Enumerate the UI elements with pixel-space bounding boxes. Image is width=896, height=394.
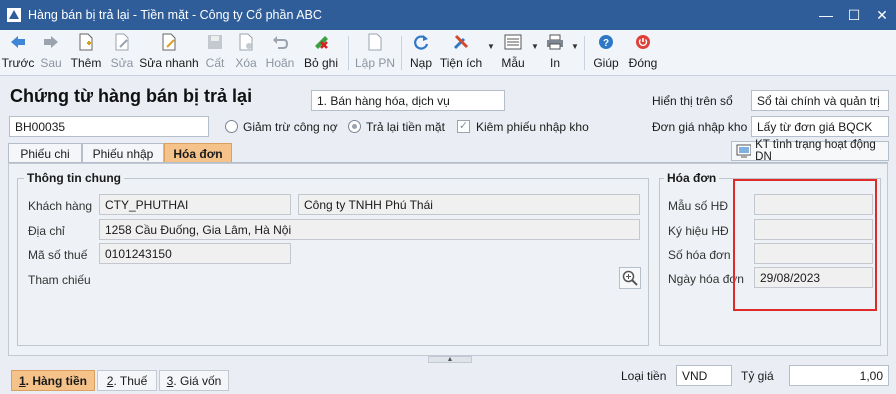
address-label: Địa chỉ — [28, 224, 65, 238]
undo-icon — [271, 33, 289, 51]
invoice-number-label: Số hóa đơn — [668, 248, 731, 262]
refresh-icon — [412, 33, 430, 51]
tab-receipt-voucher[interactable]: Phiếu nhập — [82, 143, 164, 163]
tab-goods-money[interactable]: 1. Hàng tiền — [11, 370, 95, 391]
reload-button[interactable]: Nạp — [406, 30, 436, 76]
import-price-label: Đơn giá nhập kho — [652, 120, 748, 134]
title-bar: Hàng bán bị trả lại - Tiền mặt - Công ty… — [0, 0, 896, 30]
business-status-icon — [736, 144, 752, 158]
exchange-rate-label: Tỷ giá — [741, 369, 774, 383]
currency-select[interactable]: VND — [676, 365, 732, 386]
quick-edit-icon — [160, 33, 178, 51]
prev-button[interactable]: Trước — [0, 30, 36, 76]
add-button[interactable]: Thêm — [66, 30, 106, 76]
invoice-template-label: Mẫu số HĐ — [668, 199, 729, 213]
tab-cost-price[interactable]: 3. Giá vốn — [159, 370, 229, 391]
create-receipt-icon — [366, 33, 384, 51]
app-logo-icon — [7, 8, 21, 22]
cash-return-label: Trả lại tiền mặt — [366, 120, 445, 134]
page-title: Chứng từ hàng bán bị trả lại — [10, 86, 253, 106]
tab-invoice[interactable]: Hóa đơn — [164, 143, 232, 163]
unpost-button[interactable]: Bỏ ghi — [298, 30, 344, 76]
display-on-book-select[interactable]: Sổ tài chính và quản trị — [751, 90, 889, 111]
doc-number-field[interactable]: BH00035 — [9, 116, 209, 137]
tab-tax[interactable]: 2. Thuế — [97, 370, 157, 391]
sale-type-select[interactable]: 1. Bán hàng hóa, dịch vụ — [311, 90, 505, 111]
reference-search-button[interactable] — [619, 267, 641, 289]
arrow-left-icon — [9, 33, 27, 51]
next-button[interactable]: Sau — [36, 30, 66, 76]
minimize-button[interactable]: — — [812, 0, 840, 30]
tax-code-field[interactable]: 0101243150 — [99, 243, 291, 264]
receipt-checkbox-label: Kiêm phiếu nhập kho — [476, 120, 589, 134]
window-title: Hàng bán bị trả lại - Tiền mặt - Công ty… — [28, 8, 322, 22]
import-price-select[interactable]: Lấy từ đơn giá BQCK — [751, 116, 889, 137]
customer-code-field[interactable]: CTY_PHUTHAI — [99, 194, 291, 215]
invoice-symbol-label: Ký hiệu HĐ — [668, 224, 729, 238]
delete-button[interactable]: Xóa — [230, 30, 262, 76]
currency-label: Loại tiền — [621, 369, 667, 383]
zoom-in-icon — [622, 270, 638, 286]
template-dropdown-icon[interactable]: ▼ — [530, 30, 540, 76]
panel-splitter[interactable]: ▲ — [428, 356, 472, 363]
reduce-debt-label: Giảm trừ công nợ — [243, 120, 338, 134]
tab-payment-voucher[interactable]: Phiếu chi — [8, 143, 82, 163]
tools-icon — [452, 33, 470, 51]
unpost-icon — [312, 33, 330, 51]
display-on-book-label: Hiển thị trên sổ — [652, 94, 733, 108]
delete-icon — [237, 33, 255, 51]
customer-name-field[interactable]: Công ty TNHH Phú Thái — [298, 194, 640, 215]
reduce-debt-radio[interactable] — [225, 120, 238, 133]
utilities-dropdown-icon[interactable]: ▼ — [486, 30, 496, 76]
postpone-button[interactable]: Hoãn — [262, 30, 298, 76]
tax-code-label: Mã số thuế — [28, 248, 88, 262]
toolbar: Trước Sau Thêm Sửa Sửa nhanh Cất Xóa Hoã… — [0, 30, 896, 76]
template-icon — [504, 33, 522, 51]
save-icon — [206, 33, 224, 51]
help-button[interactable]: ? Giúp — [589, 30, 623, 76]
quick-edit-button[interactable]: Sửa nhanh — [138, 30, 200, 76]
highlight-box — [733, 179, 877, 311]
close-window-button[interactable]: ✕ — [868, 0, 896, 30]
edit-button[interactable]: Sửa — [106, 30, 138, 76]
add-document-icon — [77, 33, 95, 51]
receipt-checkbox[interactable]: ✓ — [457, 120, 470, 133]
cash-return-radio[interactable] — [348, 120, 361, 133]
utilities-button[interactable]: Tiện ích — [436, 30, 486, 76]
maximize-button[interactable]: ☐ — [840, 0, 868, 30]
general-info-title: Thông tin chung — [24, 171, 124, 185]
create-receipt-button[interactable]: Lập PN — [353, 30, 397, 76]
close-button[interactable]: Đóng — [623, 30, 663, 76]
arrow-right-icon — [42, 33, 60, 51]
help-icon: ? — [597, 33, 615, 51]
print-dropdown-icon[interactable]: ▼ — [570, 30, 580, 76]
edit-document-icon — [113, 33, 131, 51]
address-field[interactable]: 1258 Cầu Đuống, Gia Lâm, Hà Nội — [99, 219, 640, 240]
reference-label: Tham chiếu — [28, 273, 91, 287]
template-button[interactable]: Mẫu — [496, 30, 530, 76]
toolbar-separator — [401, 36, 402, 70]
invoice-group-title: Hóa đơn — [664, 171, 720, 185]
print-icon — [546, 33, 564, 51]
save-button[interactable]: Cất — [200, 30, 230, 76]
check-business-status-button[interactable]: KT tình trạng hoạt động DN — [731, 139, 889, 163]
customer-label: Khách hàng — [28, 199, 93, 213]
print-button[interactable]: In — [540, 30, 570, 76]
power-icon — [634, 33, 652, 51]
svg-text:?: ? — [603, 38, 609, 49]
exchange-rate-field[interactable]: 1,00 — [789, 365, 889, 386]
toolbar-separator — [584, 36, 585, 70]
toolbar-separator — [348, 36, 349, 70]
